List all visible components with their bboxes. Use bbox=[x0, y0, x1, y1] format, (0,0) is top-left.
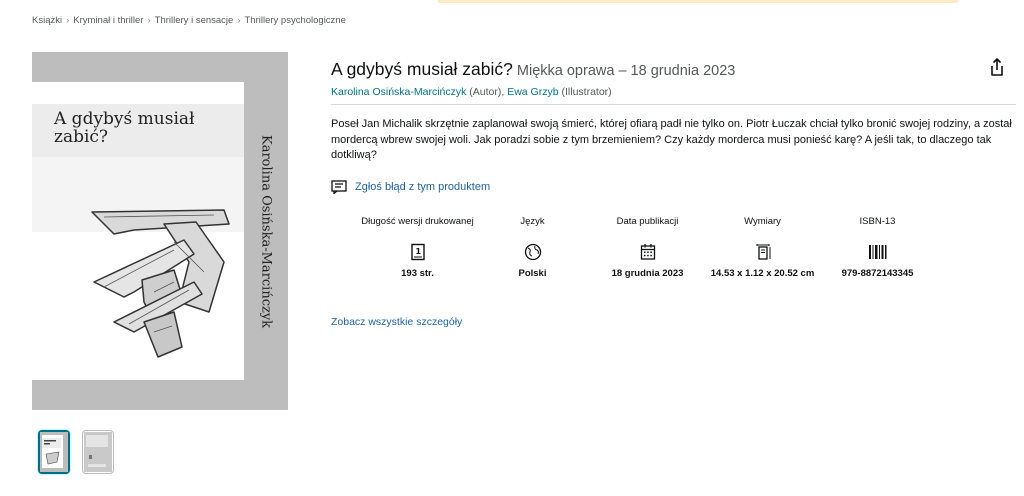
attribute-label: ISBN-13 bbox=[859, 216, 896, 227]
title-divider bbox=[331, 104, 1016, 105]
product-attributes: Długość wersji drukowanej 1 193 str. Jęz… bbox=[360, 216, 935, 279]
attribute-value: 14.53 x 1.12 x 20.52 cm bbox=[710, 268, 815, 279]
thumbnail-front-cover[interactable] bbox=[38, 430, 70, 474]
book-pages-icon: 1 bbox=[410, 242, 426, 262]
book-cover-image[interactable]: A gdybyś musiał zabić? Karolina Osińska-… bbox=[32, 52, 288, 410]
cover-author-vertical: Karolina Osińska-Marcińczyk bbox=[244, 82, 288, 382]
attribute-label: Długość wersji drukowanej bbox=[361, 216, 474, 227]
see-all-details-link[interactable]: Zobacz wszystkie szczegóły bbox=[331, 316, 462, 328]
feedback-icon bbox=[331, 180, 347, 194]
thumbnail-back-cover[interactable] bbox=[82, 430, 114, 474]
pistols-illustration bbox=[91, 209, 230, 358]
product-title: A gdybyś musiał zabić? bbox=[331, 59, 513, 79]
illustrator-link[interactable]: Ewa Grzyb bbox=[507, 86, 558, 98]
breadcrumb-item-crime-thriller[interactable]: Kryminał i thriller bbox=[73, 15, 143, 26]
attribute-label: Data publikacji bbox=[616, 216, 679, 227]
cover-author-text: Karolina Osińska-Marcińczyk bbox=[258, 135, 274, 329]
breadcrumb-item-books[interactable]: Książki bbox=[32, 15, 62, 26]
attribute-print-length: Długość wersji drukowanej 1 193 str. bbox=[360, 216, 475, 279]
illustrator-role: (Illustrator) bbox=[558, 86, 612, 98]
attribute-value: Polski bbox=[518, 268, 547, 279]
product-title-line: A gdybyś musiał zabić? Miękka oprawa – 18… bbox=[331, 59, 735, 80]
top-banner-strip bbox=[438, 0, 958, 3]
contributors-line: Karolina Osińska-Marcińczyk (Autor), Ewa… bbox=[331, 86, 612, 98]
thumbnail-front-image bbox=[40, 432, 68, 472]
svg-text:1: 1 bbox=[415, 247, 421, 256]
share-button[interactable] bbox=[986, 56, 1008, 78]
globe-icon bbox=[524, 242, 542, 262]
report-issue-label: Zgłoś błąd z tym produktem bbox=[355, 181, 491, 193]
attribute-label: Język bbox=[520, 216, 545, 227]
report-issue-link[interactable]: Zgłoś błąd z tym produktem bbox=[331, 180, 490, 194]
attribute-language: Język Polski bbox=[475, 216, 590, 279]
attribute-publication-date: Data publikacji 18 grudnia 2023 bbox=[590, 216, 705, 279]
author-role: (Autor), bbox=[466, 86, 508, 98]
breadcrumb-item-psychological-thrillers[interactable]: Thrillery psychologiczne bbox=[245, 15, 346, 26]
product-description: Poseł Jan Michalik skrzętnie zaplanował … bbox=[331, 118, 1012, 162]
breadcrumb-separator: › bbox=[237, 15, 241, 26]
breadcrumb-separator: › bbox=[66, 15, 70, 26]
cover-title: A gdybyś musiał zabić? bbox=[54, 109, 195, 147]
author-link[interactable]: Karolina Osińska-Marcińczyk bbox=[331, 86, 466, 98]
attribute-value: 193 str. bbox=[401, 268, 434, 279]
attribute-value: 979-8872143345 bbox=[841, 268, 914, 279]
share-icon bbox=[991, 58, 1003, 76]
dimensions-icon bbox=[755, 242, 771, 262]
breadcrumb-item-thrillers-sensation[interactable]: Thrillery i sensacje bbox=[155, 15, 234, 26]
calendar-icon bbox=[640, 242, 656, 262]
breadcrumb-separator: › bbox=[147, 15, 151, 26]
thumbnail-back-image bbox=[84, 432, 112, 472]
attribute-value: 18 grudnia 2023 bbox=[611, 268, 684, 279]
product-format-date: Miękka oprawa – 18 grudnia 2023 bbox=[516, 63, 736, 79]
barcode-icon bbox=[868, 242, 888, 262]
attribute-isbn: ISBN-13 979-8872143345 bbox=[820, 216, 935, 279]
attribute-label: Wymiary bbox=[744, 216, 781, 227]
attribute-dimensions: Wymiary 14.53 x 1.12 x 20.52 cm bbox=[705, 216, 820, 279]
breadcrumb: Książki › Kryminał i thriller › Thrillery i … bbox=[32, 15, 346, 26]
